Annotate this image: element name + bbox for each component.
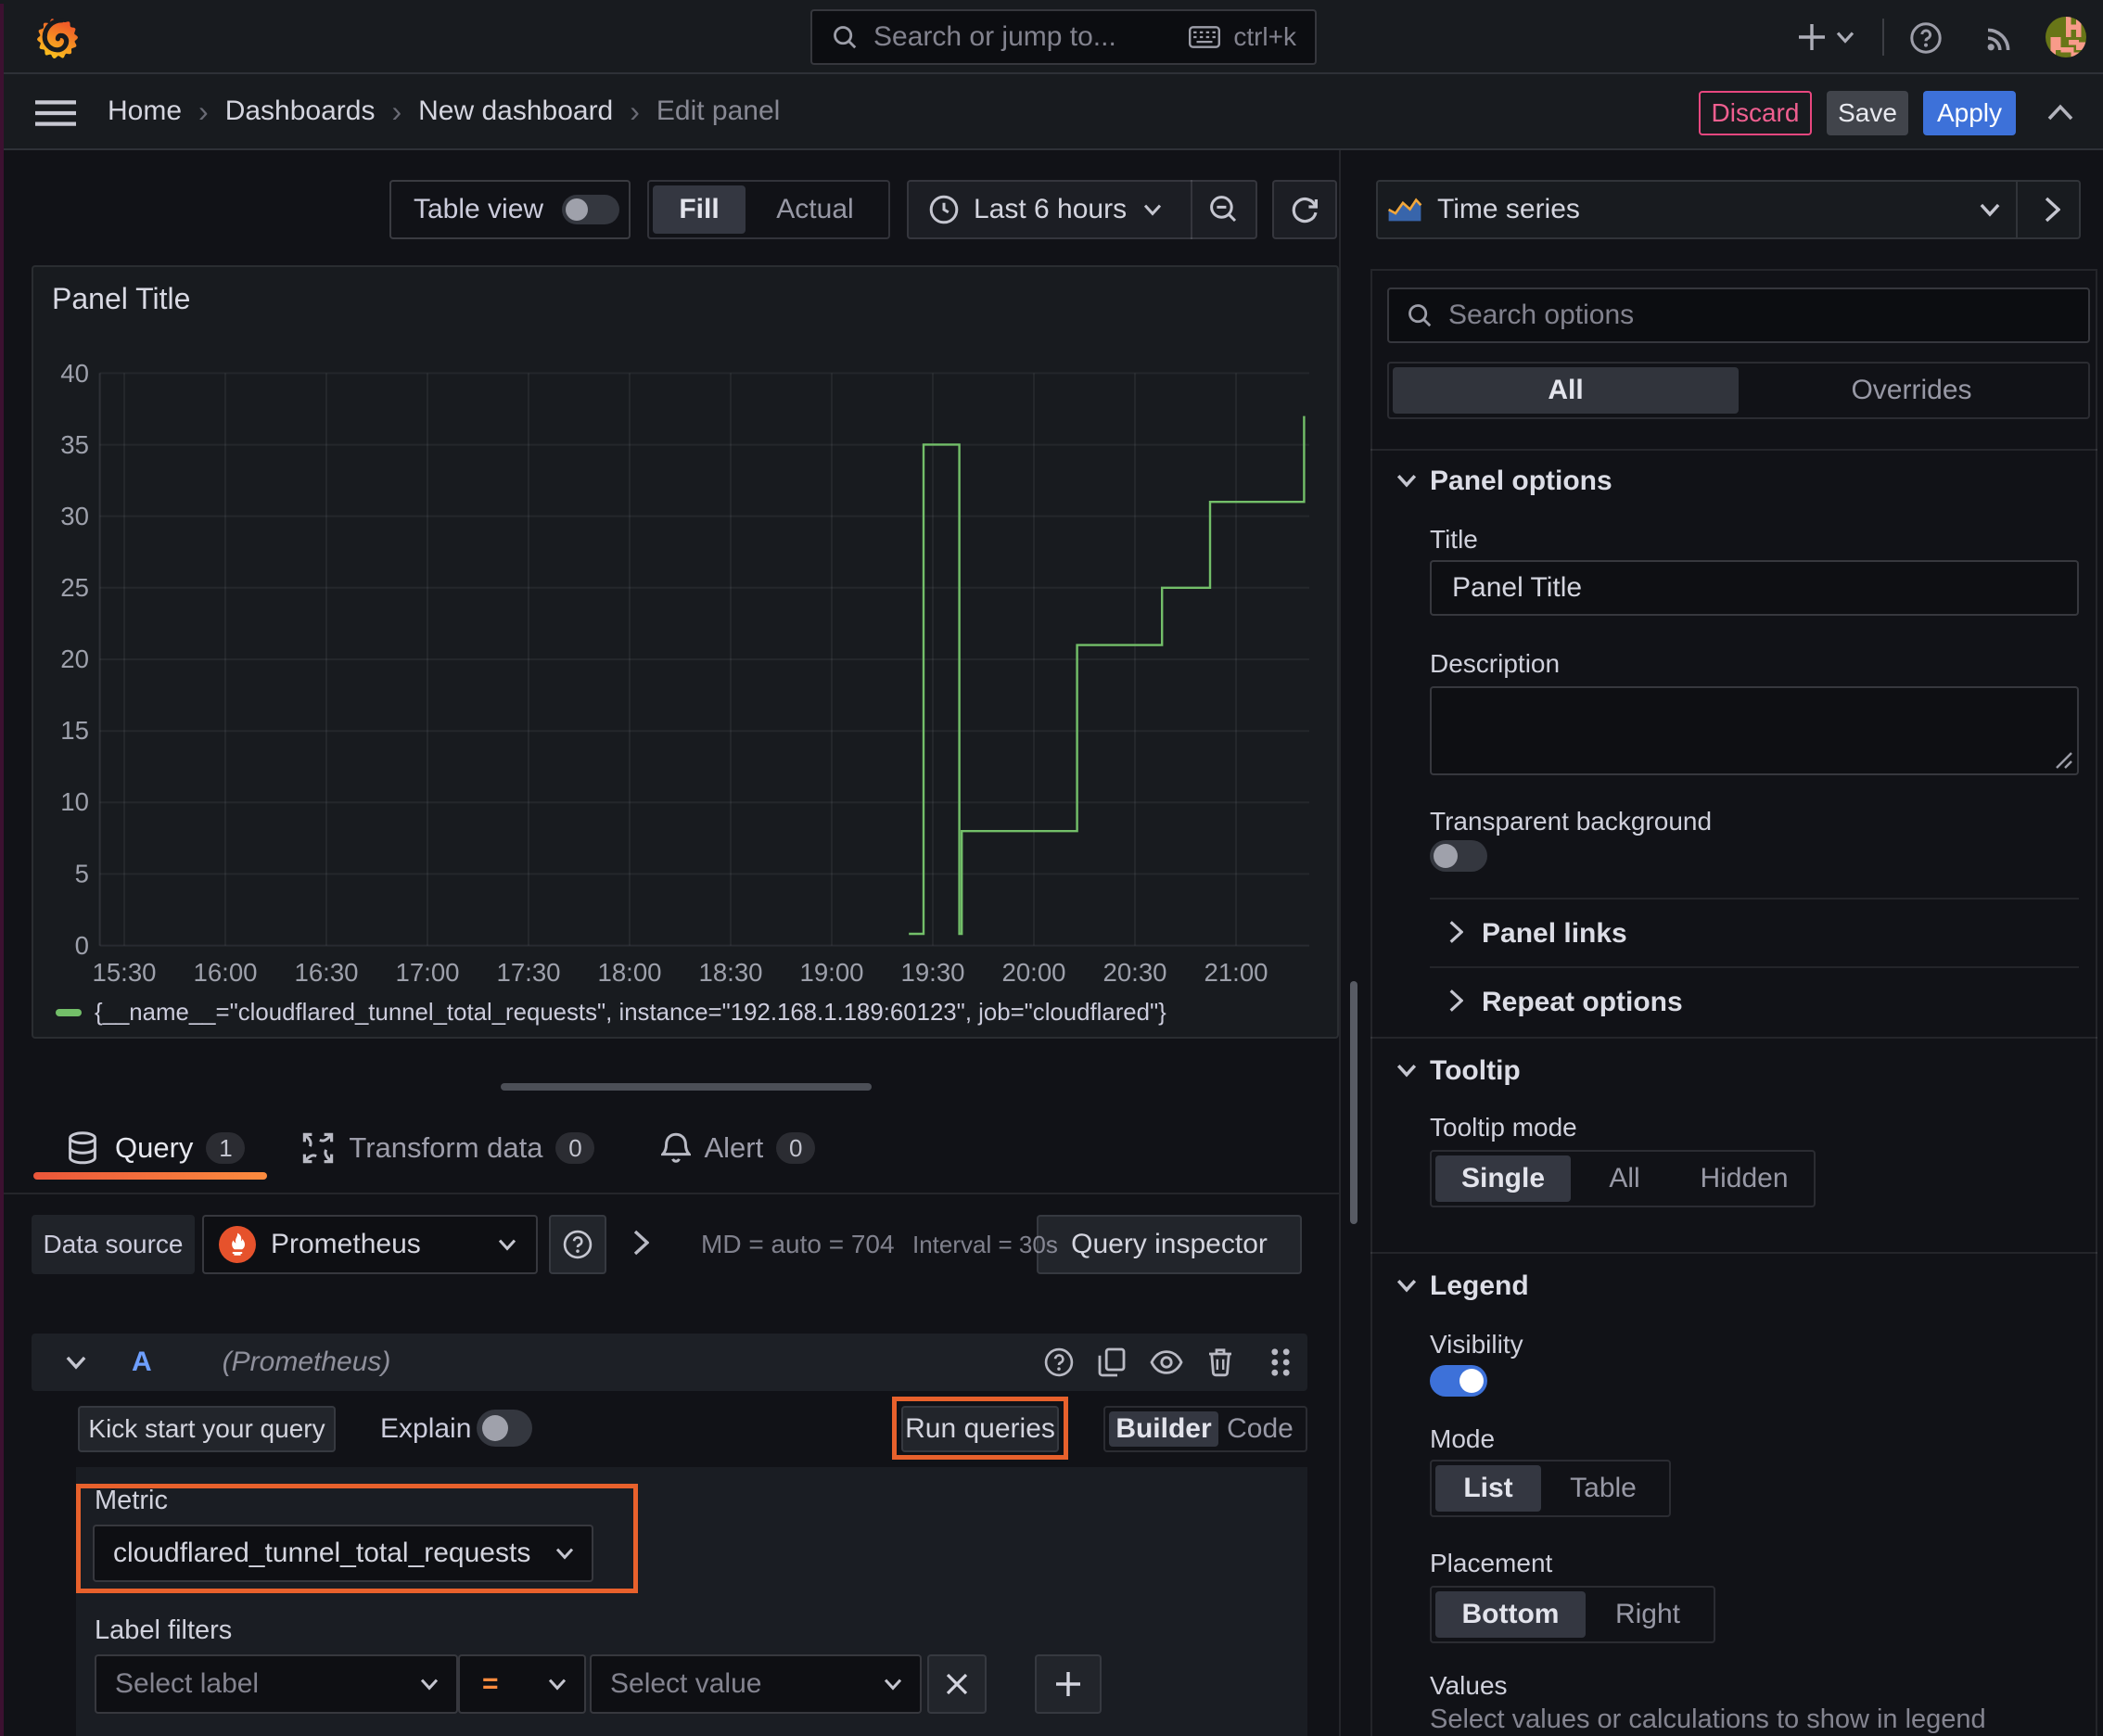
- svg-text:20:00: 20:00: [1001, 958, 1065, 987]
- svg-text:16:00: 16:00: [193, 958, 257, 987]
- svg-text:25: 25: [60, 573, 89, 602]
- svg-text:20: 20: [60, 645, 89, 673]
- svg-text:19:30: 19:30: [900, 958, 964, 987]
- svg-text:35: 35: [60, 430, 89, 459]
- svg-text:0: 0: [75, 931, 89, 960]
- svg-text:5: 5: [75, 860, 89, 888]
- svg-text:18:30: 18:30: [698, 958, 762, 987]
- svg-text:19:00: 19:00: [799, 958, 863, 987]
- svg-text:40: 40: [60, 359, 89, 388]
- svg-text:16:30: 16:30: [294, 958, 358, 987]
- svg-text:20:30: 20:30: [1102, 958, 1166, 987]
- svg-text:10: 10: [60, 787, 89, 816]
- svg-text:18:00: 18:00: [597, 958, 661, 987]
- svg-text:15:30: 15:30: [92, 958, 156, 987]
- svg-text:17:00: 17:00: [395, 958, 459, 987]
- svg-text:17:30: 17:30: [496, 958, 560, 987]
- svg-text:30: 30: [60, 502, 89, 530]
- svg-text:15: 15: [60, 716, 89, 745]
- svg-text:21:00: 21:00: [1204, 958, 1268, 987]
